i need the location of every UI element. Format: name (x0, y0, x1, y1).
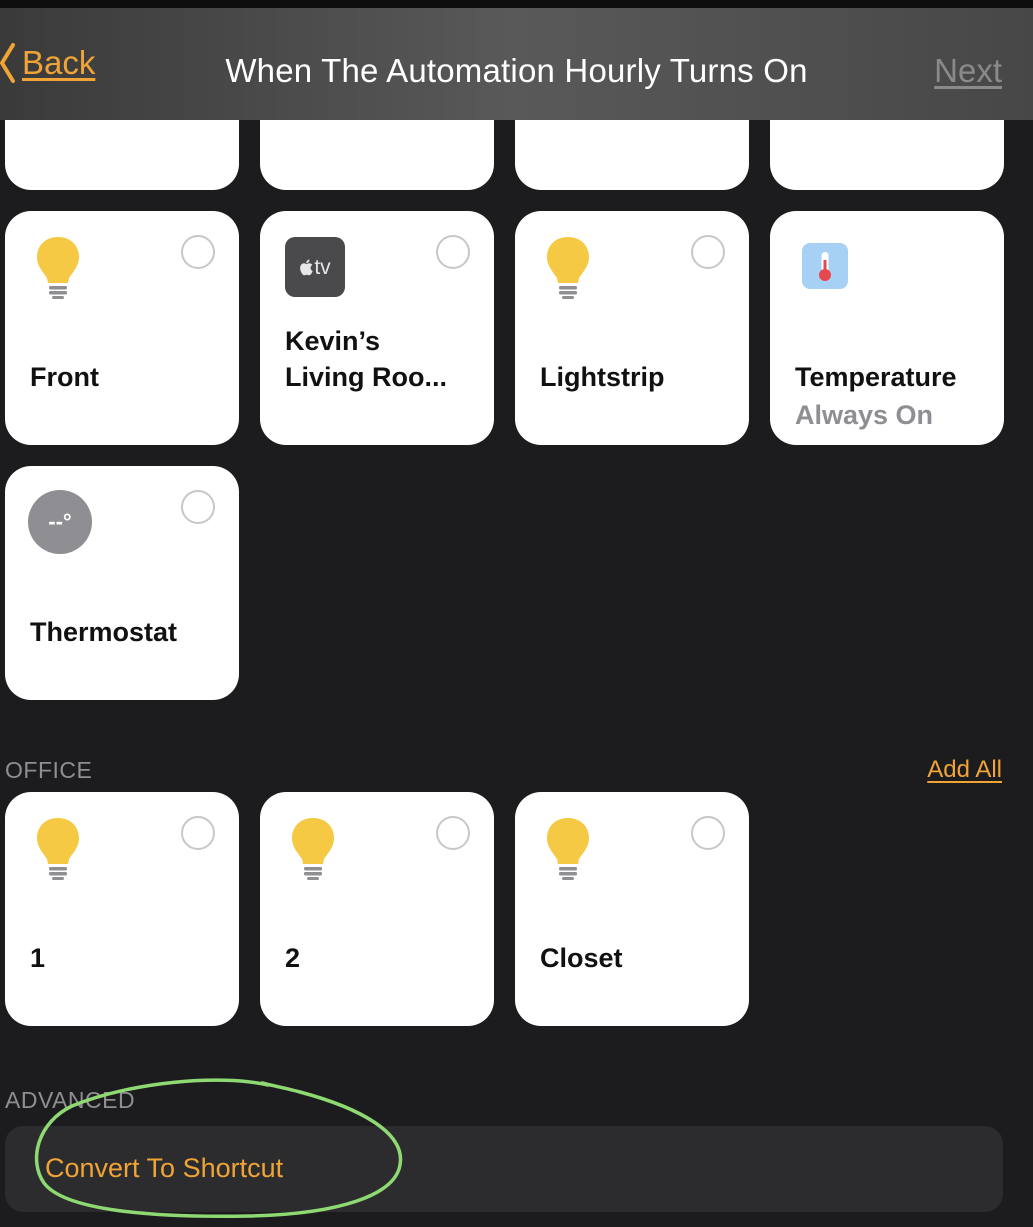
tile-name: 1 (30, 943, 46, 973)
lightbulb-icon (547, 237, 589, 299)
apple-tv-text: tv (314, 255, 331, 279)
lightbulb-icon (37, 818, 79, 880)
accessory-tile-closet[interactable]: Closet (515, 792, 749, 1026)
tile-name: Closet (540, 943, 623, 973)
status-strip (0, 0, 1033, 8)
page-title: When The Automation Hourly Turns On (225, 52, 808, 89)
convert-to-shortcut-row[interactable]: Convert To Shortcut (5, 1126, 1003, 1212)
tile-name: Lightstrip (540, 362, 665, 392)
select-radio[interactable] (436, 235, 470, 269)
tile-name: Thermostat (30, 617, 178, 647)
tile-name: Temperature (795, 362, 957, 392)
tile-name-line1: Kevin’s (285, 326, 381, 356)
section-header-office: OFFICE (5, 757, 93, 783)
lightbulb-icon (37, 237, 79, 299)
next-button[interactable]: Next (934, 52, 1002, 90)
accessory-tile-front[interactable]: Front (5, 211, 239, 445)
accessory-tile-temperature[interactable]: Temperature Always On (770, 211, 1004, 445)
apple-logo-icon (300, 259, 314, 275)
select-radio[interactable] (691, 235, 725, 269)
accessory-tile-1[interactable]: 1 (5, 792, 239, 1026)
select-radio[interactable] (436, 816, 470, 850)
accessory-tile-apple-tv[interactable]: tv Kevin’s Living Roo... (260, 211, 494, 445)
section-header-advanced: ADVANCED (5, 1087, 136, 1113)
tile-name-line2: Living Roo... (285, 362, 447, 392)
thermometer-icon (802, 243, 848, 289)
lightbulb-icon (292, 818, 334, 880)
select-radio[interactable] (181, 490, 215, 524)
tile-name: Front (30, 362, 99, 392)
lightbulb-icon (547, 818, 589, 880)
apple-tv-icon: tv (285, 237, 345, 297)
tile-name: 2 (285, 943, 301, 973)
accessory-tile-thermostat[interactable]: --° Thermostat (5, 466, 239, 700)
accessory-tile-lightstrip[interactable]: Lightstrip (515, 211, 749, 445)
tile-name: Kevin’s Living Roo... (285, 323, 474, 395)
thermostat-icon: --° (28, 490, 92, 554)
add-all-button[interactable]: Add All (927, 756, 1002, 784)
convert-to-shortcut-button[interactable]: Convert To Shortcut (45, 1153, 283, 1184)
navigation-bar: Back When The Automation Hourly Turns On… (0, 8, 1033, 120)
select-radio[interactable] (691, 816, 725, 850)
select-radio[interactable] (181, 235, 215, 269)
select-radio[interactable] (181, 816, 215, 850)
tile-status: Always On (795, 400, 934, 430)
accessory-tile-2[interactable]: 2 (260, 792, 494, 1026)
